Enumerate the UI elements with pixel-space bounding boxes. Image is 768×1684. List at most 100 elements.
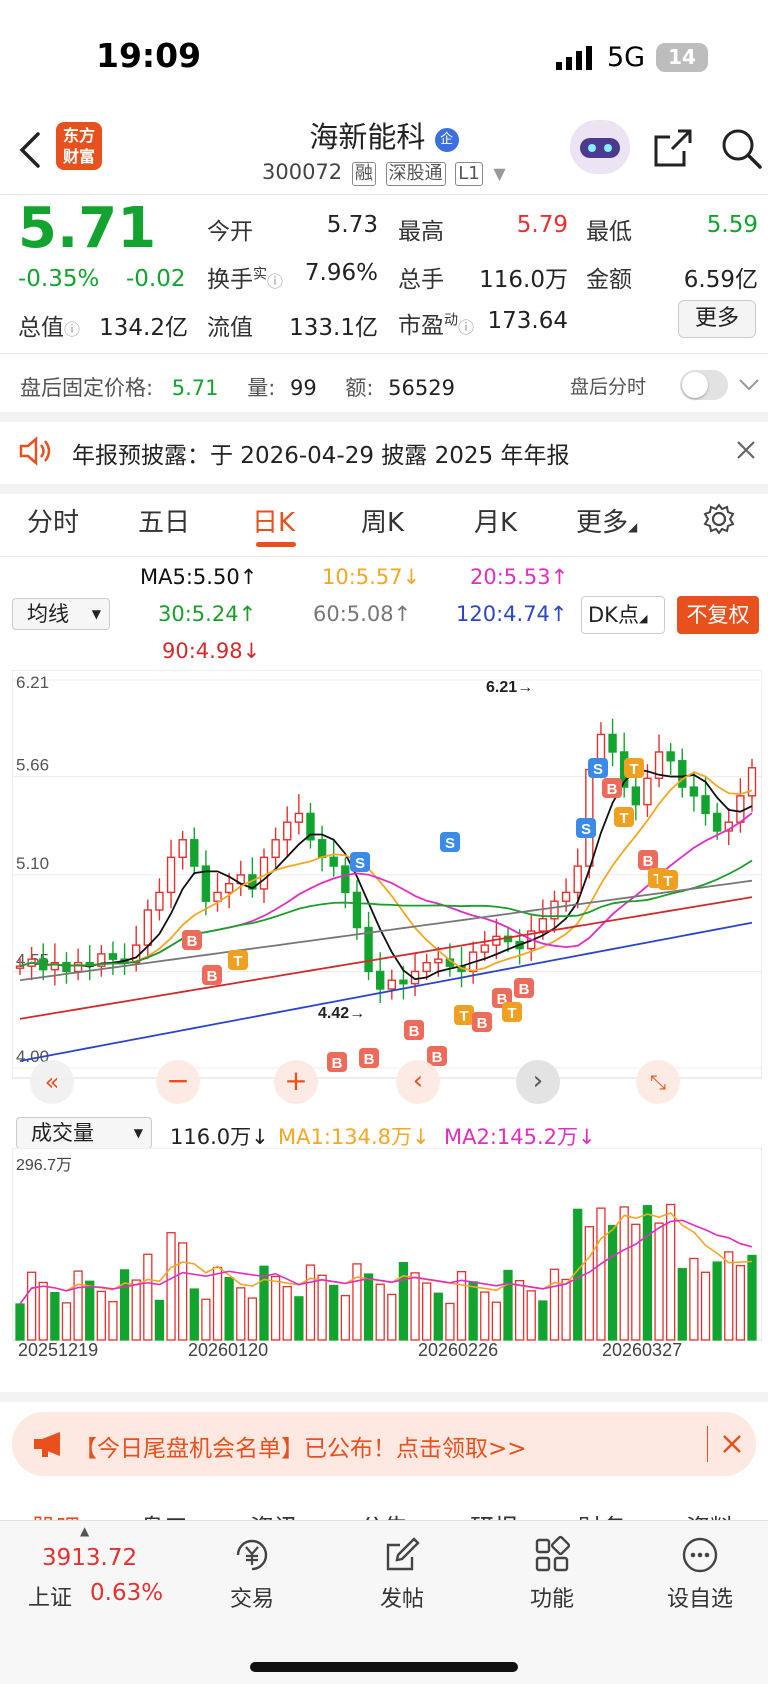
tag-level: L1 (455, 162, 483, 186)
signal-badge-label: T (629, 761, 638, 778)
volume-bar (131, 1279, 141, 1341)
volume-bar (236, 1287, 246, 1341)
volume-bar (259, 1265, 269, 1341)
fuquan-button[interactable]: 不复权 (677, 596, 759, 634)
ah-price-label: 盘后固定价格: (20, 376, 154, 400)
candle-body (259, 856, 269, 890)
notice-text[interactable]: 年报预披露：于 2026-04-29 披露 2025 年年报 (72, 436, 569, 470)
ma-select[interactable]: 均线 ▼ (12, 598, 110, 630)
tab-fiveday[interactable]: 五日 (138, 502, 190, 539)
more-button[interactable]: 更多 (678, 300, 756, 338)
tab-daily-k[interactable]: 日K (252, 502, 295, 539)
close-icon[interactable] (722, 1434, 742, 1454)
tab-more[interactable]: 更多◢ (576, 502, 637, 539)
sub-tab-profile[interactable]: 资料 (686, 1508, 734, 1520)
sub-tab-news[interactable]: 资讯 (250, 1508, 298, 1520)
info-icon[interactable]: ⓘ (458, 318, 474, 337)
turnover-sup: 实 (253, 266, 267, 283)
low-value: 5.59 (706, 212, 758, 238)
step-left-icon[interactable]: ‹ (396, 1060, 440, 1104)
signal-badge-label: B (477, 1015, 488, 1032)
volume-bar (422, 1282, 432, 1341)
x-tick-label: 20260327 (602, 1340, 682, 1358)
sub-tab-announce[interactable]: 公告 (360, 1508, 408, 1520)
index-value[interactable]: 3913.72 (42, 1545, 137, 1571)
volume-bar (689, 1257, 699, 1341)
pan-left-icon[interactable]: « (30, 1060, 74, 1104)
function-button[interactable]: 功能 (507, 1535, 597, 1613)
sub-tab-pankou[interactable]: 盘口 (140, 1508, 188, 1520)
candle-body (480, 944, 489, 953)
candle-body (689, 786, 699, 797)
volume-chart[interactable]: 296.7万 20251219 20260120 20260226 20260327 (12, 1148, 762, 1358)
signal-badge-label: T (619, 810, 628, 827)
candlestick-chart[interactable]: 6.215.665.104.554.006.21→4.42→BBTBBBBSST… (12, 670, 762, 1112)
signal-badge-label: T (507, 1005, 516, 1022)
zoom-out-icon[interactable]: − (156, 1060, 200, 1104)
volume-bar (329, 1284, 339, 1341)
volume-bar (363, 1273, 374, 1341)
candle-body (678, 760, 687, 788)
volume-bar (712, 1261, 722, 1341)
close-icon[interactable] (736, 440, 756, 460)
volume-select[interactable]: 成交量 ▼ (16, 1117, 152, 1149)
assistant-avatar-icon[interactable] (570, 120, 630, 174)
candle-body (736, 795, 745, 823)
promo-banner[interactable]: 【今日尾盘机会名单】已公布！点击领取>> (12, 1412, 756, 1476)
volume-value: 116.0万 (479, 267, 568, 293)
tab-timeshare[interactable]: 分时 (27, 502, 79, 539)
candle-body (190, 839, 199, 867)
zoom-in-icon[interactable]: + (274, 1060, 318, 1104)
customize-button[interactable]: 设自选 (655, 1535, 745, 1613)
info-icon[interactable]: ⓘ (64, 320, 80, 339)
ma5-value: MA5:5.50↑ (140, 565, 258, 589)
float-label: 流值 (207, 315, 253, 341)
ah-price: 5.71 (171, 376, 219, 400)
signal-badge-label: B (187, 933, 198, 950)
post-button[interactable]: 发帖 (357, 1535, 447, 1613)
chevron-down-icon[interactable] (738, 378, 760, 392)
signal-badge-label: T (459, 1008, 468, 1025)
sub-tab-research[interactable]: 研报 (470, 1508, 518, 1520)
signal-badge-label: S (581, 821, 591, 838)
trade-button[interactable]: 交易 (207, 1535, 297, 1613)
candle-body (108, 953, 118, 960)
ah-amt: 56529 (388, 376, 455, 400)
turnover-label-text: 换手 (207, 267, 253, 293)
ah-toggle[interactable] (680, 370, 728, 400)
volume-bar (480, 1291, 490, 1341)
network-type: 5G (607, 42, 646, 73)
megaphone-icon (34, 1432, 60, 1457)
pe-label: 市盈动ⓘ (398, 306, 474, 340)
sub-tab-finance[interactable]: 财务 (578, 1508, 626, 1520)
candle-body (143, 909, 153, 946)
dk-select-text: DK点 (588, 603, 639, 627)
sub-tab-guba[interactable]: 股吧 (32, 1508, 80, 1520)
fullscreen-icon[interactable]: ⤡ (636, 1060, 680, 1104)
stock-code: 300072 (262, 160, 343, 184)
volume-bar (61, 1302, 72, 1341)
step-right-icon[interactable]: › (516, 1060, 560, 1104)
candle-body (166, 856, 176, 894)
signal-badge-label: B (364, 1051, 375, 1068)
candle-body (364, 926, 373, 973)
gear-icon[interactable] (702, 502, 736, 536)
x-tick-label: 20260226 (418, 1340, 498, 1358)
candle-body (329, 856, 338, 867)
change-pct: -0.35% (18, 266, 100, 292)
tab-weekly-k[interactable]: 周K (361, 502, 404, 539)
open-label: 今开 (207, 219, 253, 245)
search-icon[interactable] (720, 127, 764, 171)
tab-monthly-k[interactable]: 月K (474, 502, 517, 539)
info-icon[interactable]: ⓘ (267, 272, 283, 291)
triangle-up-icon: ▲ (80, 1524, 90, 1538)
yuan-icon (236, 1539, 268, 1571)
volume-bar (596, 1207, 606, 1341)
chevron-down-icon[interactable]: ▼ (493, 164, 505, 183)
vol-ma2: MA2:145.2万↓ (444, 1125, 596, 1149)
volume-bar (85, 1280, 95, 1341)
share-icon[interactable] (652, 127, 694, 169)
candle-body (62, 961, 71, 973)
dk-select[interactable]: DK点◢ (581, 596, 665, 634)
candle-body (399, 979, 408, 985)
